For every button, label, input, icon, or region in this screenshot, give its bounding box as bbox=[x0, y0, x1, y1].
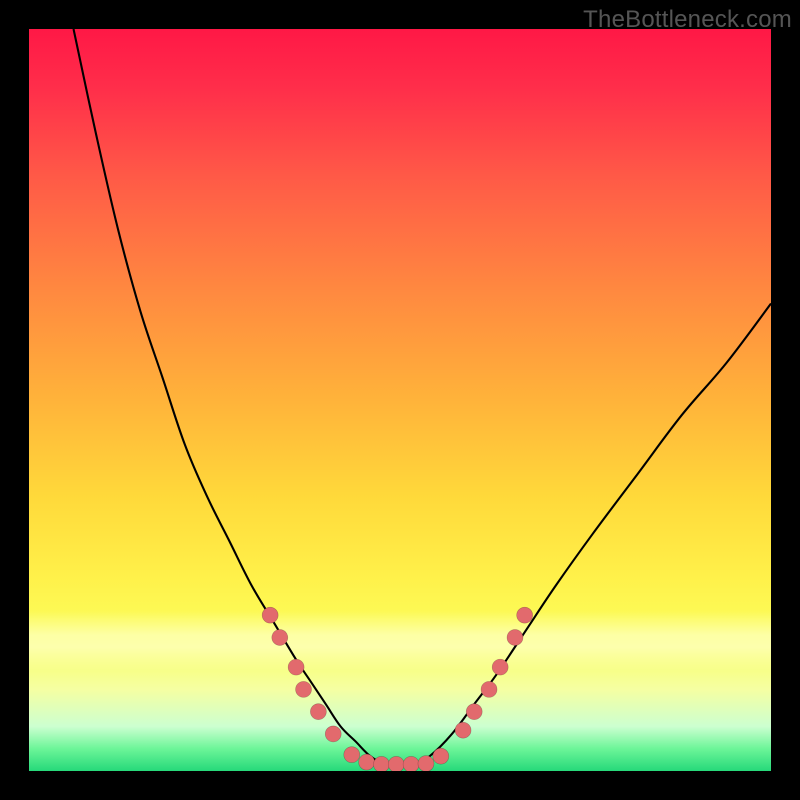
curve-marker bbox=[344, 747, 360, 763]
chart-frame: TheBottleneck.com bbox=[0, 0, 800, 800]
curve-marker bbox=[418, 756, 434, 771]
curve-marker bbox=[288, 659, 304, 675]
curve-marker bbox=[507, 629, 523, 645]
curve-marker bbox=[310, 704, 326, 720]
curve-marker bbox=[296, 681, 312, 697]
curve-marker bbox=[262, 607, 278, 623]
curve-marker bbox=[403, 756, 419, 771]
curve-marker bbox=[433, 748, 449, 764]
chart-svg bbox=[29, 29, 771, 771]
curve-marker bbox=[373, 756, 389, 771]
curve-marker bbox=[272, 629, 288, 645]
curve-marker bbox=[359, 754, 375, 770]
curve-marker bbox=[388, 756, 404, 771]
curve-marker bbox=[517, 607, 533, 623]
plot-area bbox=[29, 29, 771, 771]
bottleneck-curve bbox=[74, 29, 771, 764]
curve-marker bbox=[325, 726, 341, 742]
curve-marker bbox=[481, 681, 497, 697]
watermark-text: TheBottleneck.com bbox=[583, 6, 792, 34]
curve-marker bbox=[466, 704, 482, 720]
curve-marker bbox=[492, 659, 508, 675]
curve-marker bbox=[455, 722, 471, 738]
curve-markers bbox=[262, 607, 533, 771]
